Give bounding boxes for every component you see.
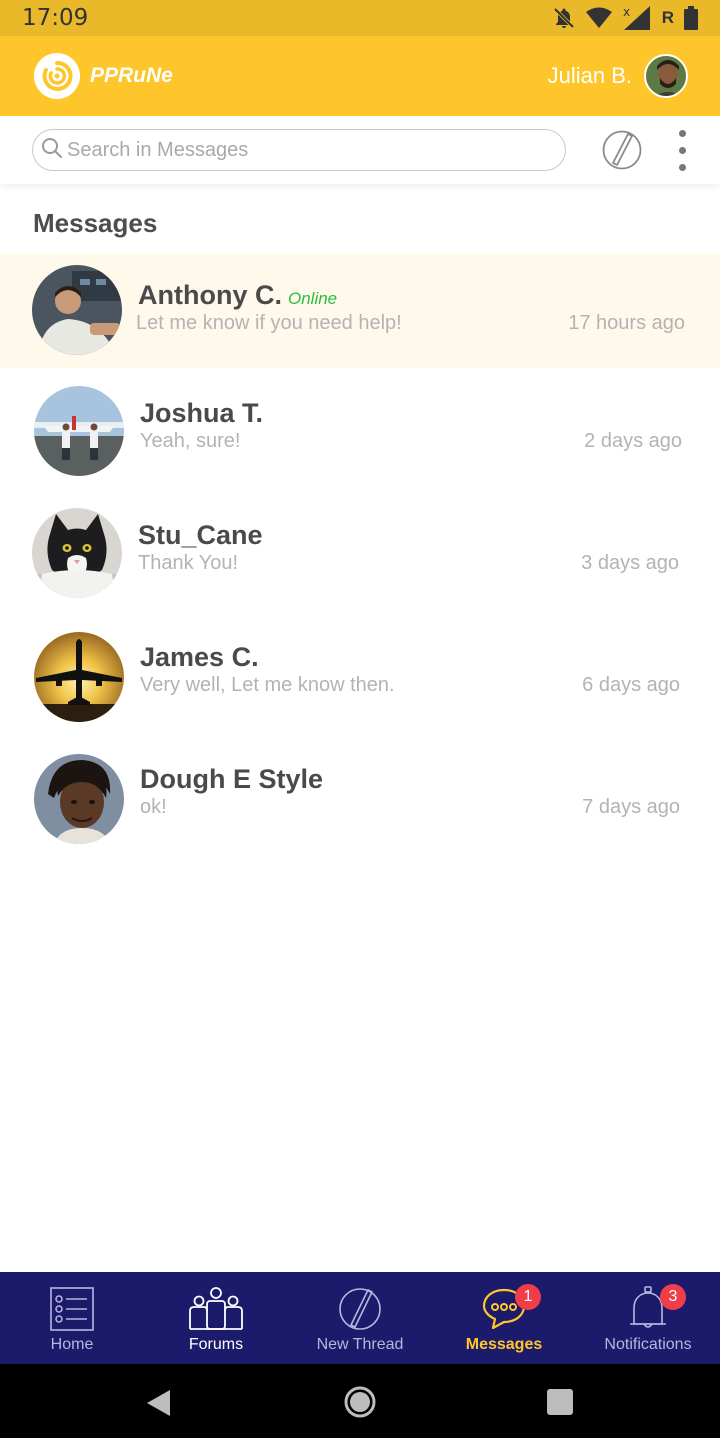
nav-item-messages[interactable]: 1 Messages xyxy=(432,1272,576,1364)
page-title: Messages xyxy=(33,208,158,238)
contact-name: Stu_Cane xyxy=(138,520,263,550)
status-time: 17:09 xyxy=(22,5,89,31)
online-status: Online xyxy=(287,289,338,308)
app-name: PPRuNe xyxy=(90,64,173,87)
message-time: 17 hours ago xyxy=(568,312,685,334)
avatar xyxy=(34,632,124,722)
more-dot xyxy=(678,146,686,154)
compose-button[interactable] xyxy=(602,130,642,170)
svg-text:x: x xyxy=(623,5,630,19)
message-preview: Thank You! xyxy=(138,552,239,574)
contact-name: James C. xyxy=(140,642,259,672)
battery-icon xyxy=(684,6,698,30)
search-icon xyxy=(41,137,63,164)
recents-square-icon[interactable] xyxy=(547,1389,573,1415)
list-item[interactable]: Joshua T. Yeah, sure! 2 days ago xyxy=(0,368,720,490)
back-icon[interactable] xyxy=(145,1389,171,1422)
more-dot xyxy=(678,129,686,137)
avatar xyxy=(32,265,122,355)
status-bar: 17:09 x R xyxy=(0,0,720,36)
contact-name-text: Anthony C. xyxy=(138,280,282,310)
avatar xyxy=(32,508,122,598)
pen-icon xyxy=(602,130,642,170)
notifications-off-icon xyxy=(552,6,576,30)
home-circle-icon[interactable] xyxy=(343,1385,377,1424)
more-dot xyxy=(678,163,686,171)
nav-label-messages: Messages xyxy=(465,1336,543,1353)
message-time: 3 days ago xyxy=(581,552,679,574)
search-row xyxy=(0,116,720,184)
message-preview: ok! xyxy=(140,796,167,818)
pen-icon xyxy=(338,1286,382,1332)
message-time: 2 days ago xyxy=(584,430,682,452)
bottom-nav: Home Forums New Thread 1 Messages 3 Noti… xyxy=(0,1272,720,1364)
avatar xyxy=(34,386,124,476)
list-item[interactable]: Stu_Cane Thank You! 3 days ago xyxy=(0,490,720,612)
message-time: 6 days ago xyxy=(582,674,680,696)
list-item[interactable]: Anthony C. Online Let me know if you need… xyxy=(0,254,720,368)
search-box[interactable] xyxy=(32,129,567,171)
chat-bubble-icon: 1 xyxy=(481,1284,541,1332)
forums-people-icon xyxy=(188,1286,244,1332)
notifications-badge: 3 xyxy=(660,1284,686,1310)
nav-item-home[interactable]: Home xyxy=(0,1272,144,1364)
avatar xyxy=(34,754,124,844)
nav-label-notifications: Notifications xyxy=(604,1336,692,1353)
wifi-icon xyxy=(585,7,612,29)
more-options-button[interactable] xyxy=(676,129,688,171)
nav-label-new-thread: New Thread xyxy=(316,1336,404,1353)
list-item[interactable]: Dough E Style ok! 7 days ago xyxy=(0,734,720,856)
nav-item-new-thread[interactable]: New Thread xyxy=(288,1272,432,1364)
bell-icon: 3 xyxy=(628,1284,686,1332)
contact-name: Anthony C. Online xyxy=(138,280,337,311)
nav-item-notifications[interactable]: 3 Notifications xyxy=(576,1272,720,1364)
search-input[interactable] xyxy=(67,138,566,162)
app-header: PPRuNe Julian B. xyxy=(0,36,720,116)
nav-item-forums[interactable]: Forums xyxy=(144,1272,288,1364)
messages-badge: 1 xyxy=(515,1284,541,1310)
list-item[interactable]: James C. Very well, Let me know then. 6 … xyxy=(0,612,720,734)
roaming-indicator: R xyxy=(661,8,674,27)
home-list-icon xyxy=(50,1286,94,1332)
status-icons: x R xyxy=(552,5,698,31)
system-nav-bar xyxy=(0,1364,720,1438)
message-preview: Yeah, sure! xyxy=(140,430,241,452)
contact-name: Joshua T. xyxy=(140,398,264,428)
message-preview: Very well, Let me know then. xyxy=(140,674,395,696)
messages-list: Anthony C. Online Let me know if you need… xyxy=(0,254,720,856)
contact-name: Dough E Style xyxy=(140,764,324,794)
message-preview: Let me know if you need help! xyxy=(136,312,402,334)
nav-label-home: Home xyxy=(50,1336,94,1353)
signal-icon: x xyxy=(622,5,652,31)
user-name[interactable]: Julian B. xyxy=(548,63,632,89)
message-time: 7 days ago xyxy=(582,796,680,818)
nav-label-forums: Forums xyxy=(188,1336,244,1353)
user-avatar[interactable] xyxy=(644,54,688,98)
pprune-logo-icon[interactable] xyxy=(34,53,80,99)
